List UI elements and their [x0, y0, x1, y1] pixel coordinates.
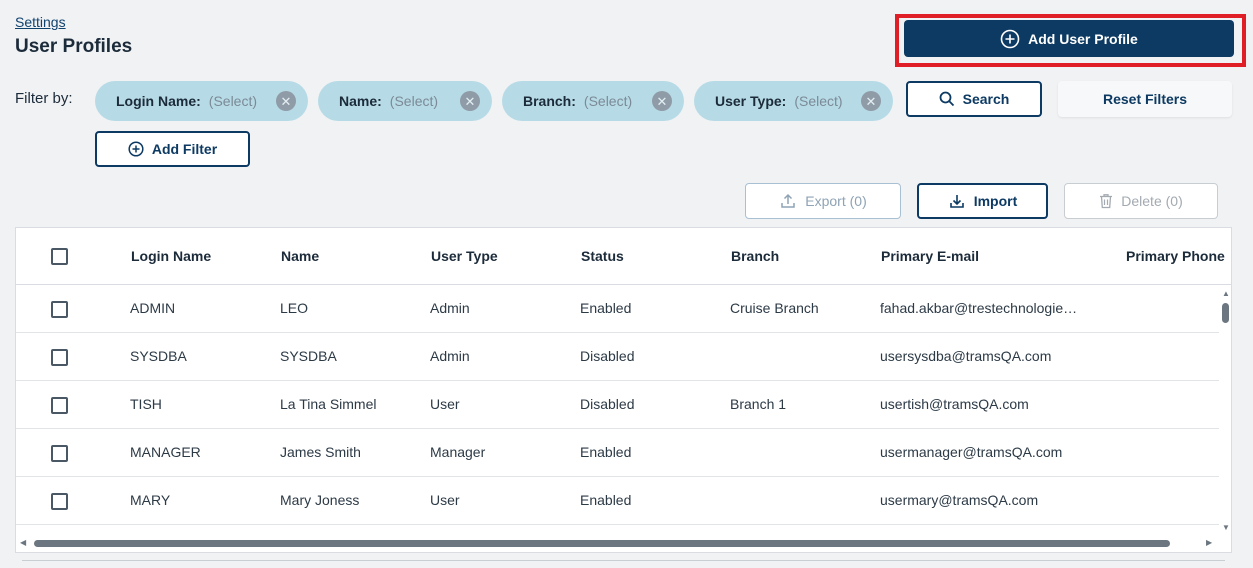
scroll-left-icon[interactable]: ◀	[20, 538, 26, 547]
horizontal-scroll-thumb[interactable]	[34, 540, 1170, 547]
close-icon[interactable]: ✕	[460, 91, 480, 111]
scroll-down-icon[interactable]: ▼	[1222, 523, 1230, 532]
scroll-right-icon[interactable]: ▶	[1206, 538, 1212, 547]
cell-status: Enabled	[580, 444, 632, 460]
import-label: Import	[973, 193, 1018, 209]
add-filter-button[interactable]: Add Filter	[95, 131, 250, 167]
select-all-checkbox[interactable]	[51, 248, 68, 265]
vertical-scroll-thumb[interactable]	[1222, 303, 1229, 323]
table-row[interactable]: MANAGER James Smith Manager Enabled user…	[16, 429, 1219, 477]
row-checkbox[interactable]	[51, 397, 68, 414]
filter-chip-name: Name:	[339, 93, 382, 109]
delete-button[interactable]: Delete (0)	[1064, 183, 1218, 219]
filter-chip-name-filter[interactable]: Name: (Select) ✕	[318, 81, 492, 121]
cell-user-type: User	[430, 396, 460, 412]
close-icon[interactable]: ✕	[652, 91, 672, 111]
column-header-user-type[interactable]: User Type	[431, 248, 498, 264]
upload-icon	[779, 192, 797, 210]
cell-status: Disabled	[580, 348, 635, 364]
filter-chip-name: Login Name:	[116, 93, 201, 109]
close-icon[interactable]: ✕	[861, 91, 881, 111]
column-header-login-name[interactable]: Login Name	[131, 248, 211, 264]
add-user-profile-button[interactable]: Add User Profile	[904, 20, 1234, 57]
column-header-name[interactable]: Name	[281, 248, 319, 264]
cell-branch: Branch 1	[730, 396, 787, 412]
cell-name: Mary Joness	[280, 492, 360, 508]
cell-login-name: TISH	[130, 396, 162, 412]
cell-branch: Cruise Branch	[730, 300, 819, 316]
filter-chip-login-name[interactable]: Login Name: (Select) ✕	[95, 81, 308, 121]
cell-user-type: Manager	[430, 444, 486, 460]
cell-status: Enabled	[580, 300, 632, 316]
cell-status: Disabled	[580, 396, 635, 412]
download-icon	[948, 192, 966, 210]
table-header: Login Name Name User Type Status Branch …	[16, 228, 1231, 285]
import-button[interactable]: Import	[917, 183, 1048, 219]
cell-name: SYSDBA	[280, 348, 337, 364]
filter-chip-name: Branch:	[523, 93, 576, 109]
export-label: Export (0)	[805, 193, 867, 209]
filter-chip-value: (Select)	[794, 93, 843, 109]
cell-primary-email: usersysdba@tramsQA.com	[880, 348, 1052, 364]
filter-chip-value: (Select)	[389, 93, 439, 109]
cell-user-type: Admin	[430, 348, 470, 364]
close-icon[interactable]: ✕	[276, 91, 296, 111]
column-header-branch[interactable]: Branch	[731, 248, 779, 264]
cell-name: LEO	[280, 300, 309, 316]
cell-primary-email: usertish@tramsQA.com	[880, 396, 1029, 412]
search-label: Search	[962, 91, 1010, 107]
row-checkbox[interactable]	[51, 349, 68, 366]
column-header-status[interactable]: Status	[581, 248, 624, 264]
vertical-scrollbar[interactable]: ▲ ▼	[1219, 285, 1231, 535]
cell-status: Enabled	[580, 492, 632, 508]
search-icon	[939, 91, 955, 107]
divider	[22, 560, 1225, 561]
cell-login-name: SYSDBA	[130, 348, 187, 364]
scroll-up-icon[interactable]: ▲	[1222, 289, 1230, 298]
filter-label: Filter by:	[15, 90, 73, 107]
filter-chip-user-type[interactable]: User Type: (Select) ✕	[694, 81, 893, 121]
table-row[interactable]: ADMIN LEO Admin Enabled Cruise Branch fa…	[16, 285, 1219, 333]
filter-chip-branch[interactable]: Branch: (Select) ✕	[502, 81, 684, 121]
delete-label: Delete (0)	[1121, 193, 1183, 209]
horizontal-scrollbar[interactable]: ◀ ▶	[16, 535, 1219, 551]
cell-primary-email: fahad.akbar@trestechnologie…	[880, 300, 1078, 316]
plus-circle-icon	[128, 141, 144, 157]
cell-primary-email: usermanager@tramsQA.com	[880, 444, 1063, 460]
cell-user-type: User	[430, 492, 460, 508]
user-profiles-table: Login Name Name User Type Status Branch …	[15, 227, 1232, 553]
table-row[interactable]: MARY Mary Joness User Enabled usermary@t…	[16, 477, 1219, 525]
column-header-primary-email[interactable]: Primary E-mail	[881, 248, 979, 264]
column-header-primary-phone[interactable]: Primary Phone	[1126, 248, 1225, 264]
reset-filters-button[interactable]: Reset Filters	[1058, 81, 1232, 117]
filter-chip-value: (Select)	[583, 93, 633, 109]
breadcrumb-settings-link[interactable]: Settings	[15, 14, 66, 30]
table-row[interactable]: TISH La Tina Simmel User Disabled Branch…	[16, 381, 1219, 429]
filter-chip-value: (Select)	[208, 93, 258, 109]
row-checkbox[interactable]	[51, 445, 68, 462]
cell-login-name: MARY	[130, 492, 171, 508]
cell-user-type: Admin	[430, 300, 470, 316]
row-checkbox[interactable]	[51, 493, 68, 510]
cell-login-name: ADMIN	[130, 300, 176, 316]
cell-name: La Tina Simmel	[280, 396, 377, 412]
export-button[interactable]: Export (0)	[745, 183, 901, 219]
table-row[interactable]: SYSDBA SYSDBA Admin Disabled usersysdba@…	[16, 333, 1219, 381]
cell-name: James Smith	[280, 444, 361, 460]
plus-circle-icon	[1000, 29, 1020, 49]
search-button[interactable]: Search	[906, 81, 1042, 117]
trash-icon	[1099, 193, 1113, 209]
add-user-profile-label: Add User Profile	[1028, 30, 1138, 47]
cell-login-name: MANAGER	[130, 444, 201, 460]
cell-primary-email: usermary@tramsQA.com	[880, 492, 1039, 508]
filter-chip-name: User Type:	[715, 93, 787, 109]
page-title: User Profiles	[15, 36, 133, 57]
row-checkbox[interactable]	[51, 301, 68, 318]
add-filter-label: Add Filter	[151, 141, 218, 157]
